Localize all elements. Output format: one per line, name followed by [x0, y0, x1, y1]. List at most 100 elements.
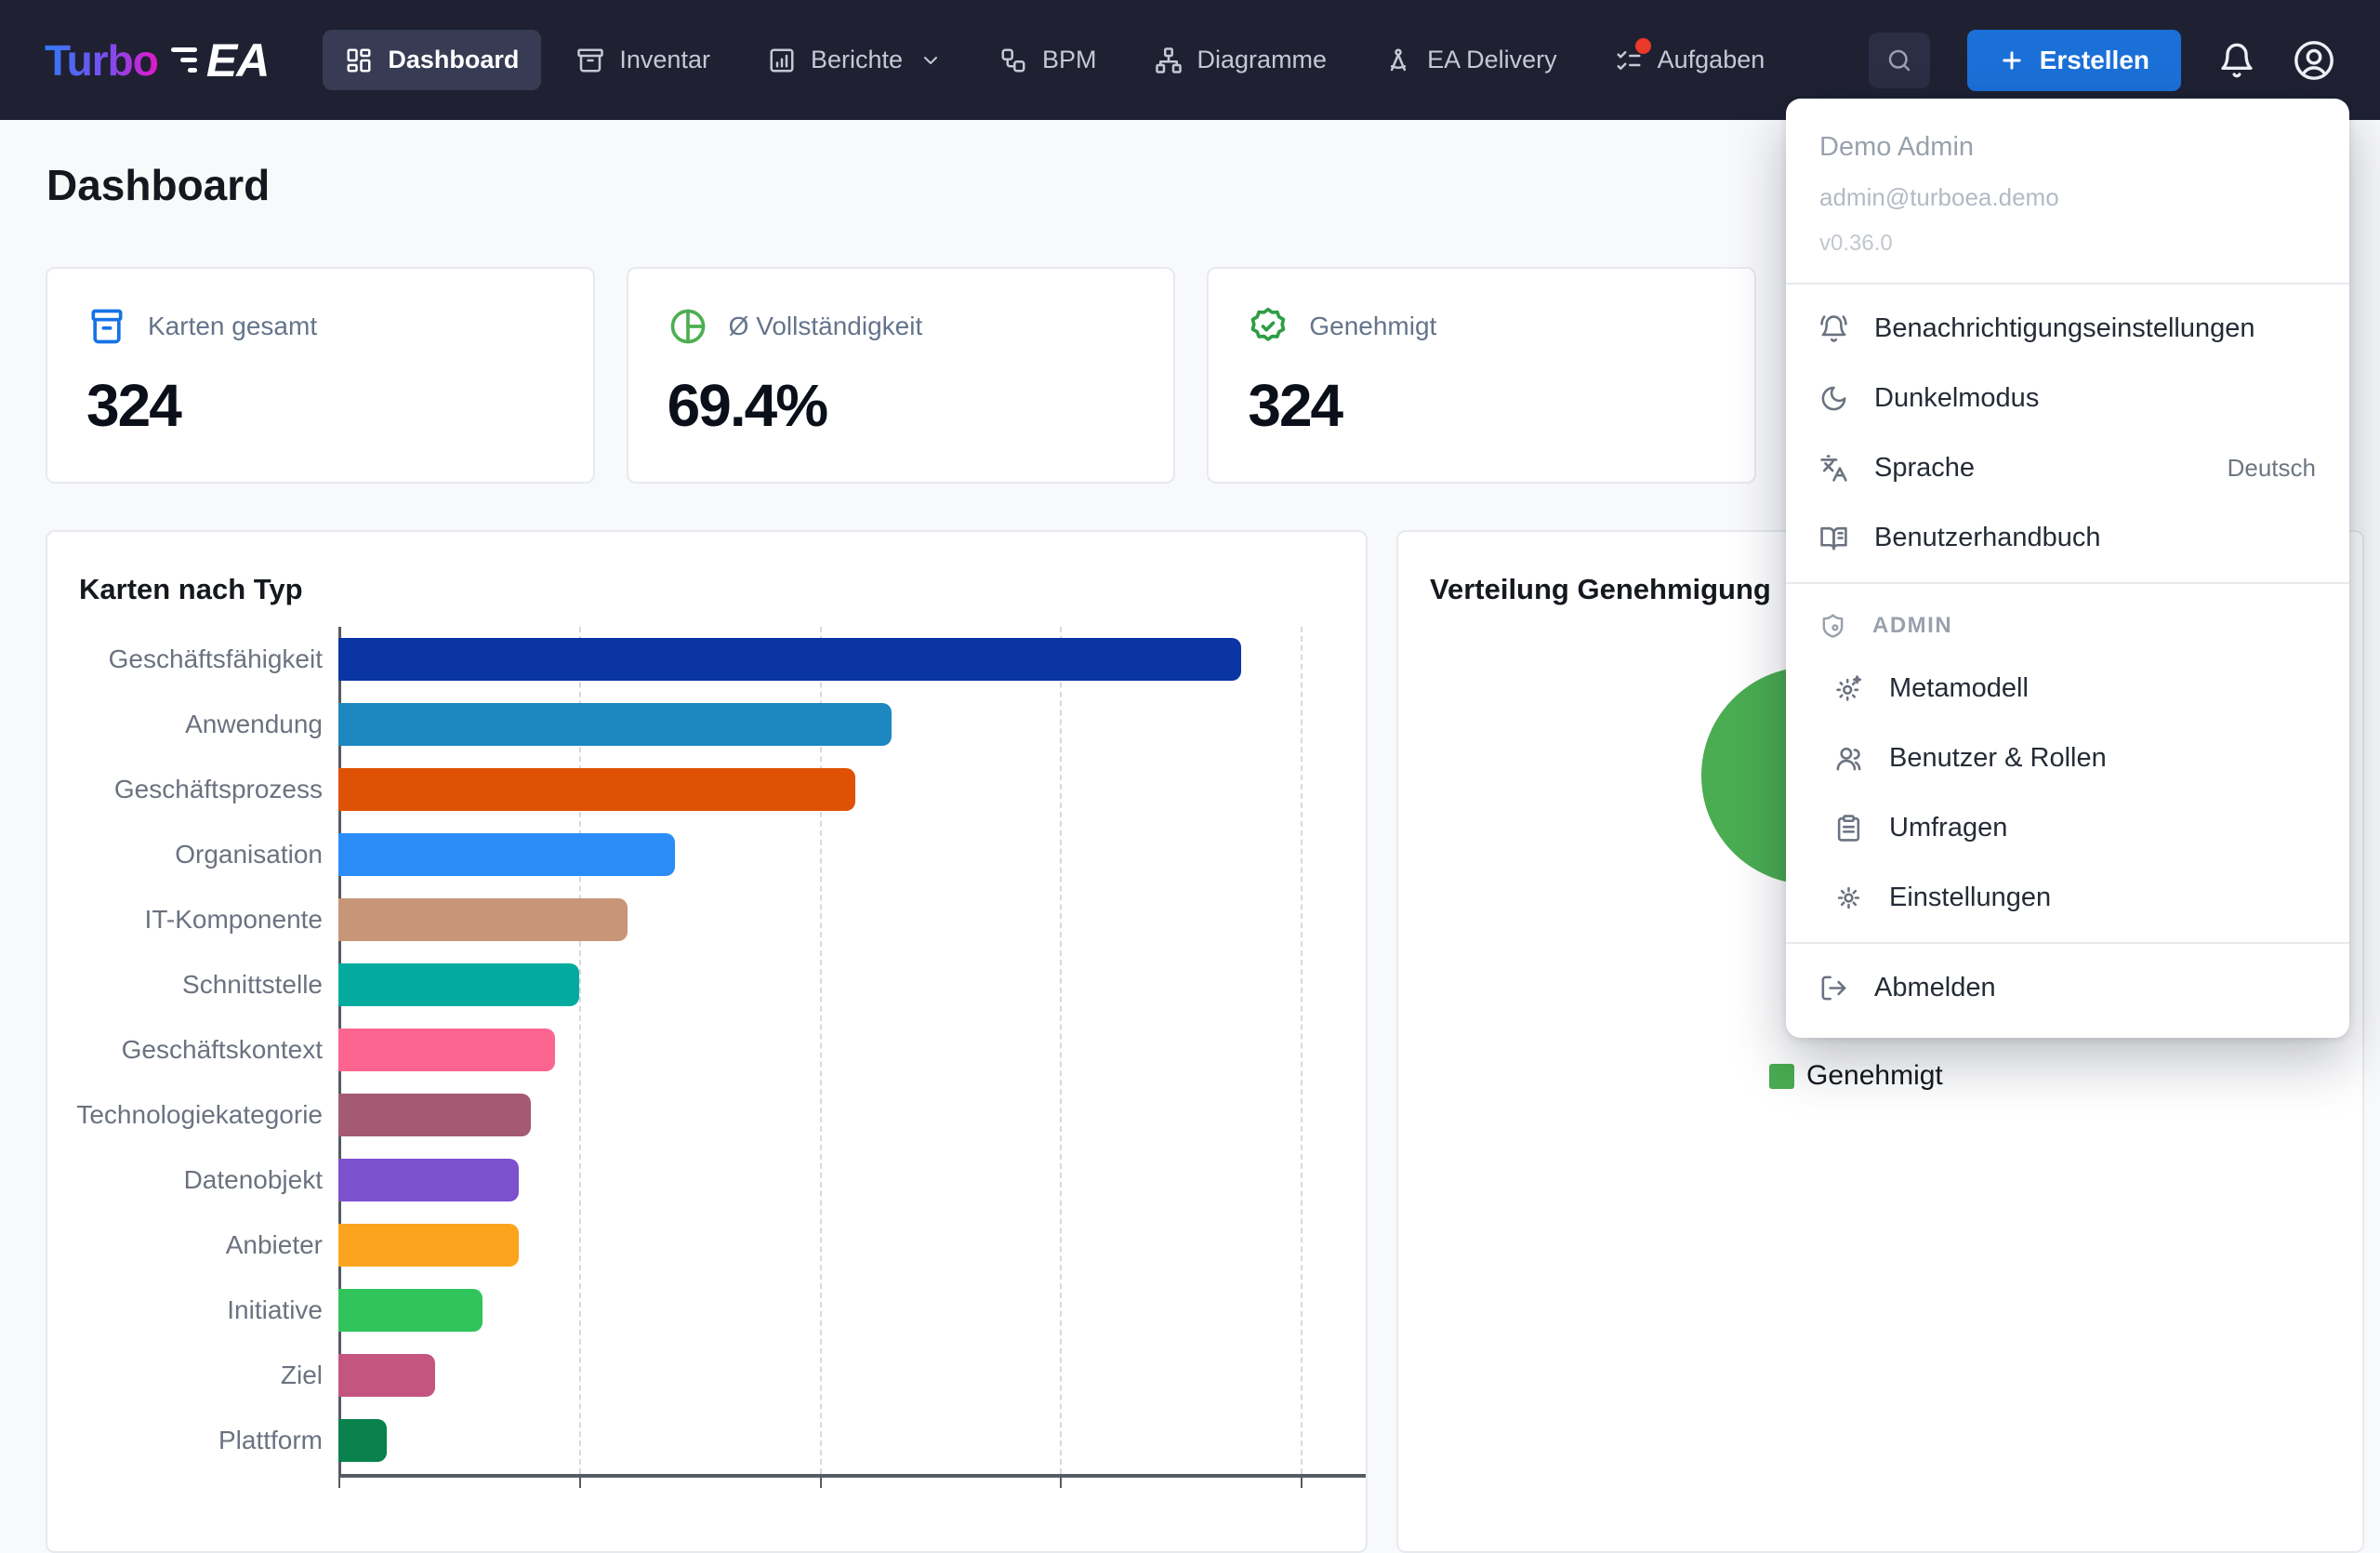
bar-row: Anwendung — [47, 692, 1366, 757]
nav-item-ea-delivery[interactable]: EA Delivery — [1362, 30, 1580, 90]
bar-track — [338, 1094, 1361, 1136]
menu-item-metamodell[interactable]: Metamodell — [1786, 654, 2349, 723]
chevron-down-icon — [919, 49, 942, 72]
menu-item-benutzerhandbuch[interactable]: Benutzerhandbuch — [1786, 503, 2349, 573]
bar-Ziel — [338, 1354, 435, 1397]
bar-category-label: Organisation — [47, 840, 323, 869]
bar-Organisation — [338, 833, 675, 876]
nav-label: Dashboard — [388, 46, 519, 74]
book-open-icon — [1819, 524, 1848, 552]
bar-Geschäftskontext — [338, 1029, 555, 1071]
pie-circle-icon — [668, 306, 708, 347]
user-menu-settings-section: Benachrichtigungseinstellungen Dunkelmod… — [1786, 285, 2349, 582]
bar-Anwendung — [338, 703, 892, 746]
bar-row: Schnittstelle — [47, 952, 1366, 1017]
nav-item-bpm[interactable]: BPM — [977, 30, 1119, 90]
brand-logo-ea: EA — [206, 33, 269, 87]
workflow-icon — [999, 46, 1027, 74]
bar-row: IT-Komponente — [47, 887, 1366, 952]
stat-label: Ø Vollständigkeit — [729, 312, 923, 341]
stat-value: 324 — [86, 371, 554, 440]
badge-check-icon — [1248, 306, 1289, 347]
menu-item-sprache[interactable]: Sprache Deutsch — [1786, 433, 2349, 503]
bar-Schnittstelle — [338, 963, 579, 1006]
bar-category-label: Plattform — [47, 1426, 323, 1455]
bar-row: Plattform — [47, 1408, 1366, 1473]
bar-chart: GeschäftsfähigkeitAnwendungGeschäftsproz… — [47, 627, 1366, 1492]
menu-item-umfragen[interactable]: Umfragen — [1786, 793, 2349, 863]
notification-dot — [1635, 38, 1651, 54]
bell-icon — [2218, 42, 2255, 79]
bar-track — [338, 1224, 1361, 1267]
users-icon — [1834, 744, 1863, 773]
menu-item-benachrichtigungseinstellungen[interactable]: Benachrichtigungseinstellungen — [1786, 294, 2349, 364]
bar-Technologiekategorie — [338, 1094, 531, 1136]
bar-Geschäftsprozess — [338, 768, 855, 811]
stat-card-genehmigt: Genehmigt 324 — [1207, 267, 1756, 484]
stat-card-karten-gesamt: Karten gesamt 324 — [46, 267, 595, 484]
bar-Plattform — [338, 1419, 387, 1462]
nav-item-inventar[interactable]: Inventar — [554, 30, 733, 90]
user-dropdown-menu: Demo Admin admin@turboea.demo v0.36.0 Be… — [1786, 99, 2349, 1038]
bar-Datenobjekt — [338, 1159, 519, 1201]
bar-track — [338, 768, 1361, 811]
menu-item-dunkelmodus[interactable]: Dunkelmodus — [1786, 364, 2349, 433]
bar-category-label: Technologiekategorie — [47, 1100, 323, 1130]
log-out-icon — [1819, 974, 1848, 1002]
report-chart-icon — [768, 46, 796, 74]
account-menu-button[interactable] — [2293, 39, 2335, 82]
nav-label: Berichte — [811, 46, 903, 74]
menu-item-einstellungen[interactable]: Einstellungen — [1786, 863, 2349, 933]
bar-Initiative — [338, 1289, 483, 1332]
nav-item-berichte[interactable]: Berichte — [746, 30, 964, 90]
network-diagram-icon — [1155, 46, 1183, 74]
bar-Anbieter — [338, 1224, 519, 1267]
bar-track — [338, 963, 1361, 1006]
menu-item-label: Sprache — [1874, 453, 1975, 484]
archive-box-icon — [86, 306, 127, 347]
bar-row: Geschäftsfähigkeit — [47, 627, 1366, 692]
bar-Geschäftsfähigkeit — [338, 638, 1241, 681]
menu-item-label: Abmelden — [1874, 973, 1996, 1003]
notifications-button[interactable] — [2218, 42, 2255, 79]
create-button[interactable]: Erstellen — [1967, 30, 2181, 91]
app-version: v0.36.0 — [1819, 231, 2316, 257]
pie-legend: Genehmigt — [1769, 1060, 1943, 1092]
shield-user-icon — [1819, 612, 1846, 639]
user-name: Demo Admin — [1819, 132, 2316, 163]
menu-item-label: Einstellungen — [1889, 883, 2051, 913]
bar-track — [338, 638, 1361, 681]
navbar-actions: Erstellen — [1869, 30, 2335, 91]
bar-track — [338, 898, 1361, 941]
bar-track — [338, 1354, 1361, 1397]
menu-item-label: Benutzer & Rollen — [1889, 743, 2107, 774]
menu-item-abmelden[interactable]: Abmelden — [1786, 953, 2349, 1023]
bar-category-label: Geschäftsfähigkeit — [47, 644, 323, 674]
clipboard-list-icon — [1834, 814, 1863, 843]
archive-icon — [576, 46, 604, 74]
nav-item-diagramme[interactable]: Diagramme — [1132, 30, 1350, 90]
gear-sparkle-icon — [1834, 674, 1863, 703]
nav-item-dashboard[interactable]: Dashboard — [323, 30, 541, 90]
nav-item-aufgaben[interactable]: Aufgaben — [1593, 30, 1788, 90]
nav-label: Inventar — [619, 46, 710, 74]
bar-category-label: Initiative — [47, 1295, 323, 1325]
language-value: Deutsch — [2228, 454, 2316, 483]
brand-logo[interactable]: Turbo EA — [45, 33, 269, 87]
page-title: Dashboard — [46, 160, 270, 210]
bar-row: Technologiekategorie — [47, 1082, 1366, 1148]
user-menu-logout-section: Abmelden — [1786, 944, 2349, 1032]
brand-logo-turbo: Turbo — [45, 35, 158, 86]
bar-track — [338, 1029, 1361, 1071]
admin-section-header: ADMIN — [1786, 593, 2349, 654]
x-axis-tick — [1301, 1478, 1302, 1488]
bar-category-label: Schnittstelle — [47, 970, 323, 1000]
languages-icon — [1819, 454, 1848, 483]
search-button[interactable] — [1869, 33, 1930, 88]
bar-track — [338, 1289, 1361, 1332]
legend-label: Genehmigt — [1806, 1060, 1943, 1092]
bar-row: Ziel — [47, 1343, 1366, 1408]
menu-item-benutzer-rollen[interactable]: Benutzer & Rollen — [1786, 723, 2349, 793]
stat-label: Genehmigt — [1309, 312, 1436, 341]
x-axis-tick — [338, 1478, 340, 1488]
